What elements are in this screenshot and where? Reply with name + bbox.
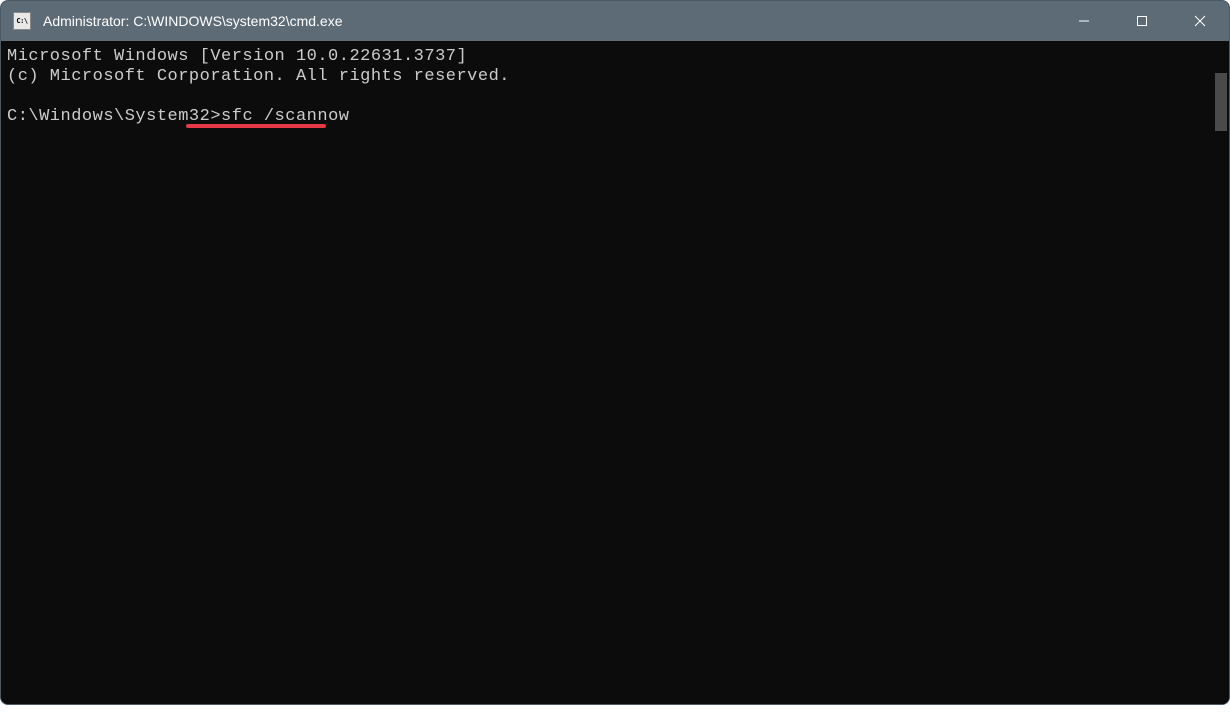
terminal-area: Microsoft Windows [Version 10.0.22631.37… <box>1 41 1229 704</box>
maximize-icon <box>1136 15 1148 27</box>
terminal-line-copyright: (c) Microsoft Corporation. All rights re… <box>7 67 510 86</box>
window-controls <box>1055 1 1229 41</box>
cmd-window: C:\ Administrator: C:\WINDOWS\system32\c… <box>0 0 1230 705</box>
minimize-icon <box>1078 15 1090 27</box>
cmd-app-icon: C:\ <box>13 12 31 30</box>
cmd-app-icon-label: C:\ <box>16 17 27 25</box>
scrollbar-thumb[interactable] <box>1215 73 1227 131</box>
terminal-output[interactable]: Microsoft Windows [Version 10.0.22631.37… <box>1 41 1213 704</box>
maximize-button[interactable] <box>1113 1 1171 41</box>
terminal-line-version: Microsoft Windows [Version 10.0.22631.37… <box>7 47 467 66</box>
command-underline-annotation <box>186 124 326 128</box>
window-title: Administrator: C:\WINDOWS\system32\cmd.e… <box>43 13 1055 29</box>
minimize-button[interactable] <box>1055 1 1113 41</box>
close-icon <box>1194 15 1206 27</box>
scrollbar-track[interactable] <box>1213 41 1229 704</box>
titlebar[interactable]: C:\ Administrator: C:\WINDOWS\system32\c… <box>1 1 1229 41</box>
close-button[interactable] <box>1171 1 1229 41</box>
